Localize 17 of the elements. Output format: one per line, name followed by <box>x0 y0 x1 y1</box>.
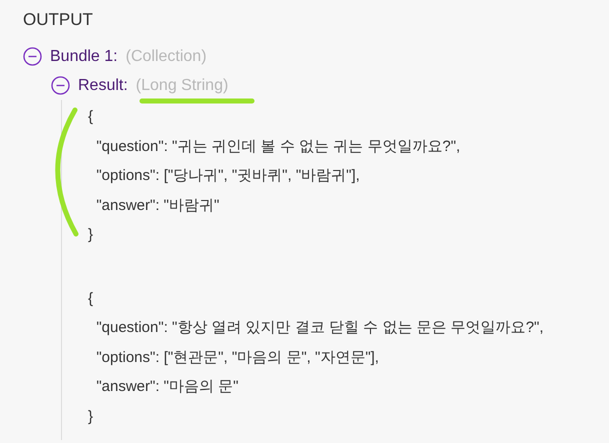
code-line: "answer": "바람귀" <box>95 196 220 216</box>
type-label: (Collection) <box>126 46 207 66</box>
code-line: "options": ["현관문", "마음의 문", "자연문"], <box>95 348 380 368</box>
collapse-icon[interactable] <box>23 47 42 66</box>
code-line: "answer": "마음의 문" <box>95 377 240 397</box>
code-line: } <box>88 406 94 426</box>
code-line: "options": ["당나귀", "귓바퀴", "바람귀"], <box>95 166 361 186</box>
code-line: } <box>88 225 94 245</box>
node-label: Bundle 1: <box>50 46 118 66</box>
code-line: { <box>88 288 94 308</box>
node-label: Result: <box>78 76 128 96</box>
output-heading: OUTPUT <box>23 9 94 31</box>
code-line: "question": "귀는 귀인데 볼 수 없는 귀는 무엇일까요?", <box>95 136 462 156</box>
collapse-icon[interactable] <box>51 76 70 95</box>
code-line: { <box>88 107 94 127</box>
code-line: "question": "항상 열려 있지만 결코 닫힐 수 없는 문은 무엇일까요?", <box>95 318 545 338</box>
type-label: (Long String) <box>136 76 228 96</box>
